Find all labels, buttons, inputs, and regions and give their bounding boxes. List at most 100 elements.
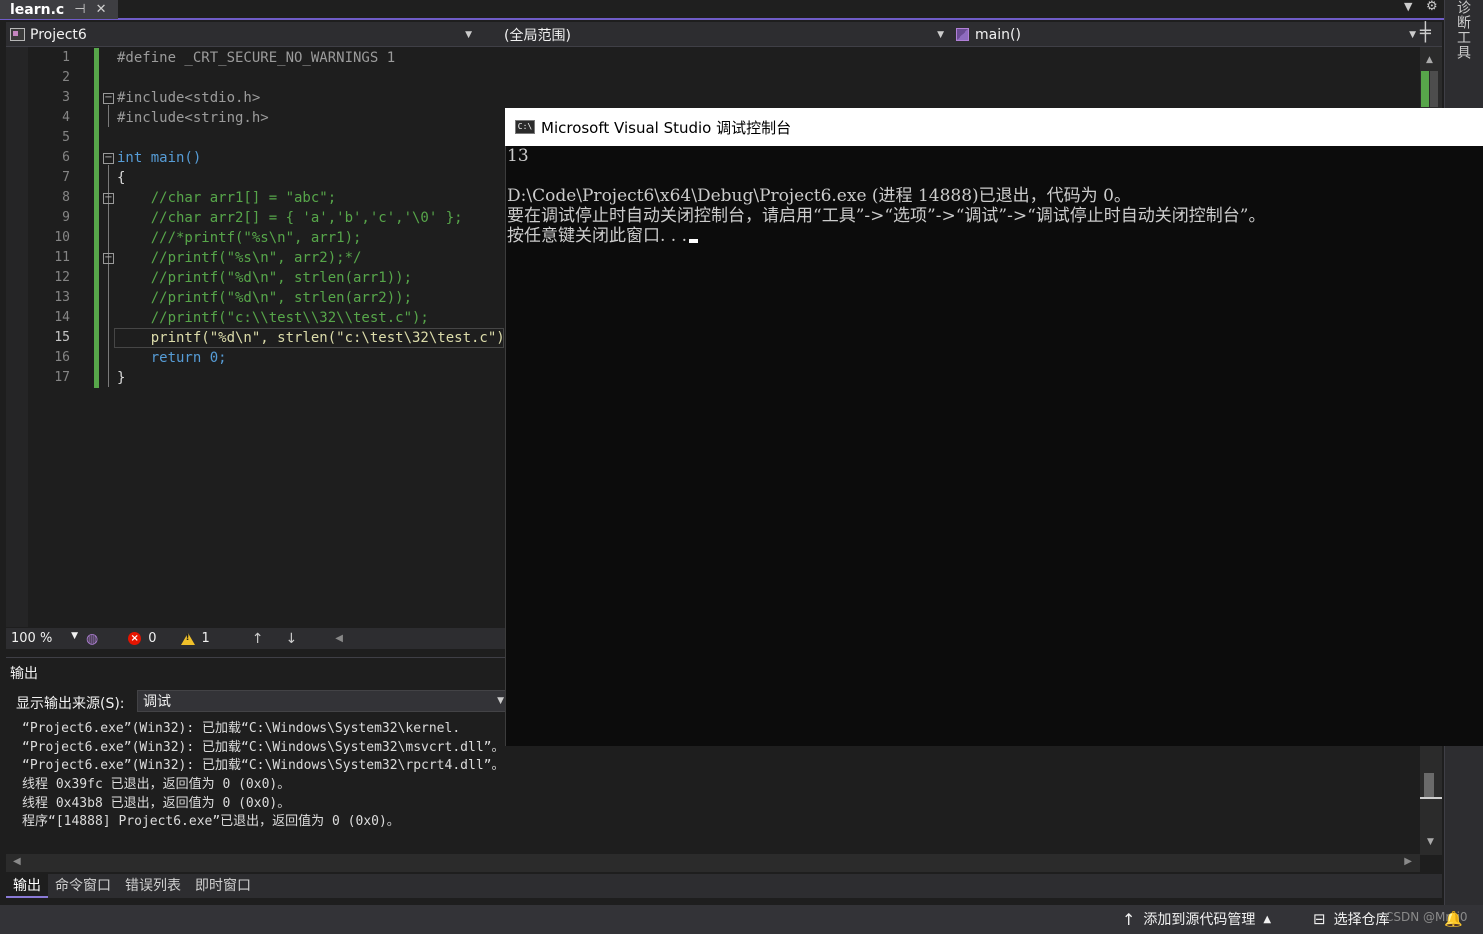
code-lines[interactable]: #define _CRT_SECURE_NO_WARNINGS 1 #inclu… xyxy=(117,48,522,388)
editor-status-bar: 100 % ▼ ◍ × 0 1 ↑ ↓ ◀ xyxy=(6,628,506,649)
code-line-9: //char arr2[] = { 'a','b','c','\0' }; xyxy=(117,210,463,226)
outline-line xyxy=(108,105,109,127)
collapse-icon[interactable]: − xyxy=(103,153,114,164)
line-number: 14 xyxy=(54,310,70,325)
tab-immediate-window[interactable]: 即时窗口 xyxy=(188,874,258,898)
code-line-11: //printf("%s\n", arr2);*/ xyxy=(117,250,362,266)
code-line-15: printf("%d\n", strlen("c:\test\32\test.c… xyxy=(117,330,522,346)
scroll-left-icon[interactable]: ◀ xyxy=(335,633,343,644)
code-line-13: //printf("%d\n", strlen(arr2)); xyxy=(117,290,413,306)
scroll-thumb[interactable] xyxy=(1424,773,1434,797)
collapse-icon[interactable]: − xyxy=(103,253,114,264)
tab-learn-c[interactable]: learn.c ⊣ ✕ xyxy=(0,0,118,19)
output-line: “Project6.exe”(Win32): 已加载“C:\Windows\Sy… xyxy=(22,721,461,736)
split-window-icon[interactable]: ╪ xyxy=(1420,22,1431,43)
console-line: D:\Code\Project6\x64\Debug\Project6.exe … xyxy=(507,186,1131,206)
scroll-up-icon[interactable]: ▲ xyxy=(1426,55,1433,65)
line-number: 8 xyxy=(62,190,70,205)
tool-window-tabs: 输出 命令窗口 错误列表 即时窗口 xyxy=(6,874,1442,898)
pin-icon[interactable]: ⊣ xyxy=(74,2,85,17)
zoom-value: 100 % xyxy=(11,631,53,646)
tab-command-window[interactable]: 命令窗口 xyxy=(48,874,118,898)
output-line: 程序“[14888] Project6.exe”已退出，返回值为 0 (0x0)… xyxy=(22,814,400,830)
warning-icon xyxy=(180,632,195,645)
scope-name: (全局范围) xyxy=(504,27,571,44)
console-output[interactable]: 13 D:\Code\Project6\x64\Debug\Project6.e… xyxy=(507,146,1266,246)
tab-error-list[interactable]: 错误列表 xyxy=(118,874,188,898)
chevron-down-icon[interactable]: ▼ xyxy=(71,631,78,646)
notification-bell-icon[interactable]: 🔔 xyxy=(1444,910,1463,928)
function-name: main() xyxy=(975,26,1021,43)
project-dropdown[interactable]: Project6 ▼ xyxy=(10,24,472,45)
scope-dropdown[interactable]: (全局范围) ▼ xyxy=(504,24,944,45)
output-vertical-scrollbar[interactable]: ▼ xyxy=(1420,745,1442,855)
text-cursor xyxy=(689,239,699,243)
warning-count-value: 1 xyxy=(201,631,210,646)
output-line: 线程 0x39fc 已退出，返回值为 0 (0x0)。 xyxy=(22,777,291,793)
output-text[interactable]: “Project6.exe”(Win32): 已加载“C:\Windows\Sy… xyxy=(22,720,504,832)
scroll-left-icon[interactable]: ◀ xyxy=(13,856,21,867)
console-title: Microsoft Visual Studio 调试控制台 xyxy=(541,118,792,137)
function-cube-icon xyxy=(956,28,969,41)
chevron-down-icon[interactable]: ▼ xyxy=(465,30,472,40)
error-count[interactable]: × 0 xyxy=(128,631,157,646)
navigation-bar: Project6 ▼ (全局范围) ▼ main() ▼ xyxy=(6,22,1442,47)
code-line-16: return 0; xyxy=(117,350,227,366)
scroll-down-icon[interactable]: ▼ xyxy=(1427,837,1434,847)
output-panel-title: 输出 xyxy=(10,666,38,682)
error-count-value: 0 xyxy=(148,631,157,646)
chevron-down-icon[interactable]: ▼ xyxy=(497,696,504,706)
line-number: 2 xyxy=(62,70,70,85)
code-line-17: } xyxy=(117,370,126,386)
code-line-4: #include<string.h> xyxy=(117,110,269,126)
line-number: 9 xyxy=(62,210,70,225)
console-line-last: 按任意键关闭此窗口. . . xyxy=(507,226,1266,246)
console-line: 13 xyxy=(507,146,529,166)
console-prompt-text: 按任意键关闭此窗口. . . xyxy=(507,226,688,246)
scroll-thumb[interactable] xyxy=(1430,71,1438,107)
scroll-change-marker xyxy=(1421,71,1429,107)
gear-icon[interactable]: ⚙ xyxy=(1426,0,1438,14)
line-number: 10 xyxy=(54,230,70,245)
line-number: 16 xyxy=(54,350,70,365)
add-to-source-control-button[interactable]: ↑ 添加到源代码管理 ▲ xyxy=(1122,909,1271,929)
code-line-8: //char arr1[] = "abc"; xyxy=(117,190,337,206)
select-repository-button[interactable]: ⊟ 选择仓库 xyxy=(1313,909,1390,929)
warning-count[interactable]: 1 xyxy=(180,631,210,646)
console-title-bar[interactable]: C:\ Microsoft Visual Studio 调试控制台 xyxy=(505,108,1483,146)
code-line-6: int main() xyxy=(117,150,202,166)
line-number: 1 xyxy=(62,50,70,65)
project-name: Project6 xyxy=(30,26,87,43)
chevron-down-icon[interactable]: ▼ xyxy=(937,30,944,40)
collapse-icon[interactable]: − xyxy=(103,193,114,204)
scroll-position-marker xyxy=(1420,797,1442,799)
glyph-margin[interactable] xyxy=(6,47,28,627)
chevron-down-icon[interactable]: ▼ xyxy=(1409,30,1416,40)
function-dropdown[interactable]: main() ▼ xyxy=(956,24,1416,45)
tab-list-dropdown-icon[interactable]: ▼ xyxy=(1404,0,1412,13)
line-number: 4 xyxy=(62,110,70,125)
code-line-14: //printf("c:\\test\\32\\test.c"); xyxy=(117,310,429,326)
tab-output[interactable]: 输出 xyxy=(6,874,48,898)
line-number: 6 xyxy=(62,150,70,165)
output-source-dropdown[interactable]: 调试 ▼ xyxy=(137,690,507,712)
close-icon[interactable]: ✕ xyxy=(96,2,107,17)
collapse-icon[interactable]: − xyxy=(103,93,114,104)
line-number: 11 xyxy=(54,250,70,265)
line-number: 5 xyxy=(62,130,70,145)
diagnostic-tools-label[interactable]: 诊断工具 xyxy=(1453,0,1473,60)
project-icon xyxy=(10,28,25,41)
line-number: 15 xyxy=(54,330,70,345)
document-tab-strip xyxy=(0,0,1444,20)
output-line: 线程 0x43b8 已退出，返回值为 0 (0x0)。 xyxy=(22,795,291,811)
output-source-label: 显示输出来源(S): xyxy=(16,696,125,712)
code-line-10: ///*printf("%s\n", arr1); xyxy=(117,230,362,246)
next-issue-arrow-icon[interactable]: ↓ xyxy=(286,631,298,647)
code-line-3: #include<stdio.h> xyxy=(117,90,261,106)
zoom-dropdown[interactable]: 100 % ▼ xyxy=(6,631,82,646)
scroll-right-icon[interactable]: ▶ xyxy=(1404,856,1412,867)
code-health-icon[interactable]: ◍ xyxy=(86,631,98,647)
previous-issue-arrow-icon[interactable]: ↑ xyxy=(252,631,264,647)
output-horizontal-scrollbar[interactable]: ◀ ▶ xyxy=(6,854,1420,872)
